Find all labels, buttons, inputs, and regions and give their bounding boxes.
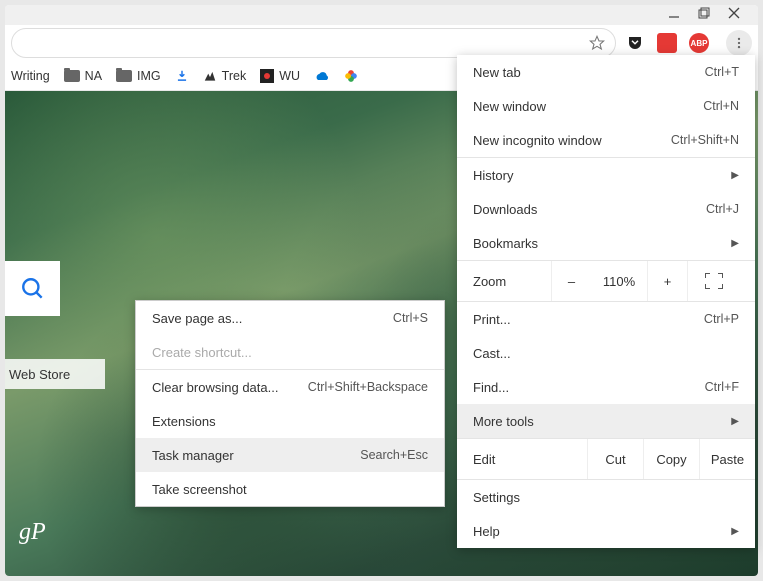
star-icon[interactable] bbox=[589, 35, 605, 51]
edit-label: Edit bbox=[473, 452, 587, 467]
pocket-icon[interactable] bbox=[624, 32, 646, 54]
menu-downloads[interactable]: DownloadsCtrl+J bbox=[457, 192, 755, 226]
menu-history[interactable]: History▶ bbox=[457, 158, 755, 192]
webstore-tile[interactable]: Web Store bbox=[5, 359, 105, 389]
bookmark-img[interactable]: IMG bbox=[116, 69, 161, 83]
chevron-right-icon: ▶ bbox=[731, 170, 739, 181]
bookmark-writing[interactable]: Writing bbox=[11, 69, 50, 83]
bookmark-wu[interactable]: WU bbox=[260, 69, 300, 83]
onedrive-icon bbox=[314, 70, 330, 82]
search-tile[interactable] bbox=[5, 261, 60, 316]
toolbar-extensions: ABP bbox=[624, 30, 752, 56]
chevron-right-icon: ▶ bbox=[731, 526, 739, 537]
submenu-save-page[interactable]: Save page as...Ctrl+S bbox=[136, 301, 444, 335]
submenu-clear-data[interactable]: Clear browsing data...Ctrl+Shift+Backspa… bbox=[136, 370, 444, 404]
submenu-create-shortcut: Create shortcut... bbox=[136, 335, 444, 369]
menu-edit-row: Edit Cut Copy Paste bbox=[457, 439, 755, 479]
paste-button[interactable]: Paste bbox=[699, 439, 755, 479]
zoom-level: 110% bbox=[591, 274, 647, 289]
menu-find[interactable]: Find...Ctrl+F bbox=[457, 370, 755, 404]
minimize-button[interactable] bbox=[668, 6, 680, 24]
abp-icon[interactable]: ABP bbox=[688, 32, 710, 54]
fullscreen-button[interactable] bbox=[687, 261, 739, 301]
omnibox[interactable] bbox=[11, 28, 616, 58]
close-button[interactable] bbox=[728, 6, 740, 24]
chrome-menu-button[interactable] bbox=[726, 30, 752, 56]
folder-icon bbox=[64, 70, 80, 82]
zoom-in-button[interactable]: + bbox=[647, 261, 687, 301]
menu-bookmarks[interactable]: Bookmarks▶ bbox=[457, 226, 755, 260]
chevron-right-icon: ▶ bbox=[731, 238, 739, 249]
menu-help[interactable]: Help▶ bbox=[457, 514, 755, 548]
submenu-extensions[interactable]: Extensions bbox=[136, 404, 444, 438]
bookmark-trek[interactable]: Trek bbox=[203, 69, 247, 83]
extension-icon[interactable] bbox=[656, 32, 678, 54]
chrome-main-menu: New tabCtrl+T New windowCtrl+N New incog… bbox=[457, 55, 755, 548]
menu-incognito[interactable]: New incognito windowCtrl+Shift+N bbox=[457, 123, 755, 157]
zoom-out-button[interactable]: – bbox=[551, 261, 591, 301]
wu-icon bbox=[260, 69, 274, 83]
submenu-screenshot[interactable]: Take screenshot bbox=[136, 472, 444, 506]
menu-print[interactable]: Print...Ctrl+P bbox=[457, 302, 755, 336]
bookmark-na[interactable]: NA bbox=[64, 69, 102, 83]
chevron-right-icon: ▶ bbox=[731, 416, 739, 427]
bookmark-photos[interactable] bbox=[344, 69, 358, 83]
menu-cast[interactable]: Cast... bbox=[457, 336, 755, 370]
folder-icon bbox=[116, 70, 132, 82]
download-icon bbox=[175, 69, 189, 83]
menu-new-tab[interactable]: New tabCtrl+T bbox=[457, 55, 755, 89]
trek-icon bbox=[203, 69, 217, 83]
more-tools-submenu: Save page as...Ctrl+S Create shortcut...… bbox=[135, 300, 445, 507]
menu-settings[interactable]: Settings bbox=[457, 480, 755, 514]
cut-button[interactable]: Cut bbox=[587, 439, 643, 479]
submenu-task-manager[interactable]: Task managerSearch+Esc bbox=[136, 438, 444, 472]
bookmark-onedrive[interactable] bbox=[314, 70, 330, 82]
fullscreen-icon bbox=[705, 273, 723, 289]
menu-zoom-row: Zoom – 110% + bbox=[457, 261, 755, 301]
zoom-label: Zoom bbox=[473, 274, 551, 289]
photos-icon bbox=[344, 69, 358, 83]
menu-more-tools[interactable]: More tools▶ bbox=[457, 404, 755, 438]
gp-logo: gP bbox=[19, 519, 46, 546]
copy-button[interactable]: Copy bbox=[643, 439, 699, 479]
menu-new-window[interactable]: New windowCtrl+N bbox=[457, 89, 755, 123]
titlebar bbox=[5, 5, 758, 25]
bookmark-download[interactable] bbox=[175, 69, 189, 83]
maximize-button[interactable] bbox=[698, 6, 710, 24]
search-icon bbox=[20, 276, 46, 302]
